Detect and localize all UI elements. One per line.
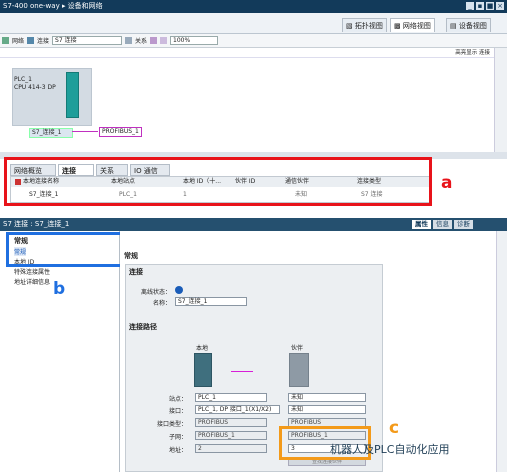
- nav-item-special-props[interactable]: 特殊连接属性: [14, 267, 50, 276]
- content-scrollbar[interactable]: [496, 231, 507, 472]
- tab-properties[interactable]: 属性: [412, 220, 431, 229]
- annotation-box-a: [4, 157, 432, 206]
- partner-device-icon: [289, 353, 309, 387]
- window-title: S7-400 one-way ▸ 设备和网络: [0, 0, 507, 13]
- section-general: 常规: [124, 252, 138, 260]
- zoom-icon[interactable]: [160, 37, 168, 44]
- connection-label[interactable]: S7_连接_1: [29, 128, 73, 138]
- tab-info[interactable]: 信息: [433, 220, 452, 229]
- relation-icon: [125, 37, 133, 44]
- local-header: 本地: [196, 345, 209, 352]
- local-station-field[interactable]: PLC_1: [195, 393, 267, 402]
- partner-interface-select[interactable]: 未知: [288, 405, 366, 414]
- plc-name: PLC_1: [14, 76, 32, 83]
- profibus-label[interactable]: PROFIBUS_1: [99, 127, 142, 137]
- minimize-button[interactable]: _: [466, 2, 474, 10]
- network-icon: ▩: [394, 22, 403, 30]
- relation-button[interactable]: 关系: [135, 36, 147, 45]
- annotation-box-b: [6, 232, 123, 267]
- view-tabs: ▧ 拓扑视图 ▩ 网络视图 ▤ 设备视图: [0, 13, 507, 34]
- name-label: 名称：: [152, 300, 171, 307]
- partner-header: 伙伴: [291, 345, 304, 352]
- cpu-module: [66, 72, 79, 118]
- annotation-b: b: [53, 279, 66, 299]
- maximize-button[interactable]: ■: [486, 2, 494, 10]
- tab-topology-view[interactable]: ▧ 拓扑视图: [342, 18, 387, 32]
- annotation-a: a: [441, 173, 453, 193]
- row-label-address: 地址：: [168, 447, 187, 454]
- window-controls: _ ▪ ■ ×: [466, 2, 504, 10]
- network-button[interactable]: 网络: [12, 36, 24, 45]
- local-address: 2: [195, 444, 267, 453]
- connection-type-select[interactable]: S7 连接: [52, 36, 123, 45]
- name-field[interactable]: S7_连接_1: [175, 297, 247, 306]
- close-button[interactable]: ×: [496, 2, 504, 10]
- local-device-icon: [194, 353, 212, 387]
- tab-device-view[interactable]: ▤ 设备视图: [446, 18, 491, 32]
- path-line: [231, 371, 253, 372]
- local-interface-type: PROFIBUS: [195, 418, 267, 427]
- connection-button[interactable]: 连接: [37, 36, 49, 45]
- topology-icon: ▧: [346, 22, 355, 30]
- local-subnet: PROFIBUS_1: [195, 431, 267, 440]
- row-label-interface-type: 接口类型：: [156, 421, 187, 428]
- local-interface-select[interactable]: PLC_1, DP 接口_1(X1/X2): [195, 405, 280, 414]
- partner-station-field[interactable]: 未知: [288, 393, 366, 402]
- tab-diagnostics[interactable]: 诊断: [454, 220, 473, 229]
- zoom-select[interactable]: 100%: [170, 36, 219, 45]
- canvas-scrollbar[interactable]: [494, 48, 507, 152]
- status-icon: [175, 286, 183, 294]
- status-label: 离线状态：: [140, 289, 171, 296]
- properties-tabs: 属性 信息 诊断: [412, 220, 473, 229]
- watermark: 机器人及PLC自动化应用: [330, 443, 450, 456]
- connection-icon: [27, 37, 35, 44]
- profibus-line: [72, 131, 98, 132]
- row-label-station: 站点：: [168, 396, 187, 403]
- annotation-c: c: [389, 418, 400, 438]
- section-connection: 连接: [129, 268, 143, 276]
- row-label-subnet: 子网：: [168, 434, 187, 441]
- plc-cpu: CPU 414-3 DP: [14, 84, 56, 91]
- network-icon: [2, 37, 9, 44]
- restore-button[interactable]: ▪: [476, 2, 484, 10]
- nav-item-address-details[interactable]: 地址详细信息: [14, 277, 50, 286]
- row-label-interface: 接口：: [168, 408, 187, 415]
- highlight-connection-link[interactable]: 高亮显示 连接: [0, 48, 494, 58]
- grid-icon[interactable]: [150, 37, 158, 44]
- network-toolbar: 网络 连接 S7 连接 关系 100%: [0, 34, 507, 48]
- tab-network-view[interactable]: ▩ 网络视图: [390, 18, 435, 32]
- section-connection-path: 连接路径: [129, 323, 157, 331]
- device-icon: ▤: [450, 22, 459, 30]
